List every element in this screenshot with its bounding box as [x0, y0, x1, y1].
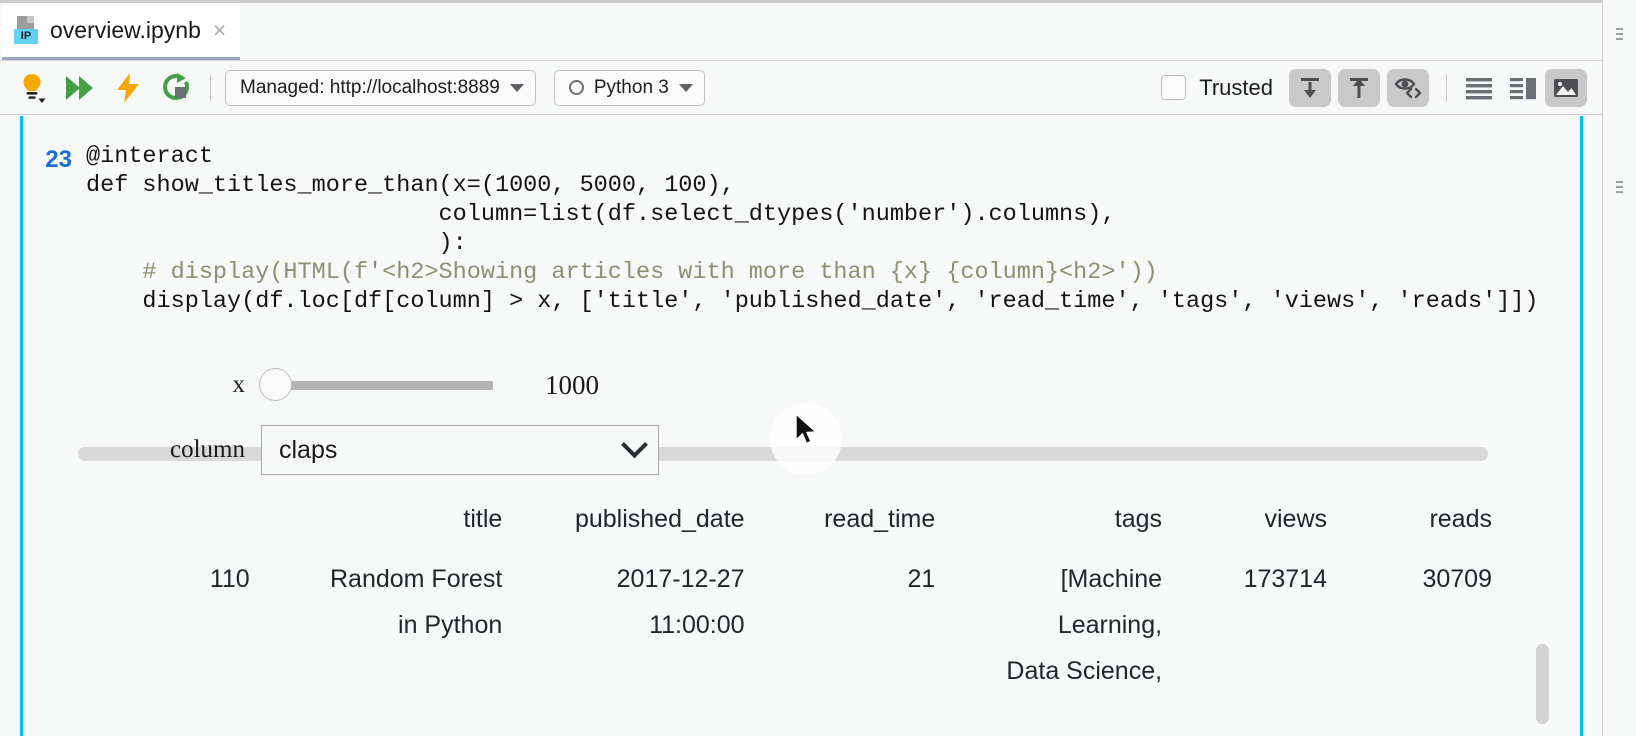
gutter-marker — [1616, 33, 1623, 35]
collapse-all-outputs-icon[interactable] — [1289, 69, 1331, 107]
column-header-published-date: published_date — [510, 496, 752, 556]
slider-value: 1000 — [545, 370, 599, 401]
image-view-icon[interactable] — [1545, 69, 1587, 107]
editor-tab-overview-ipynb[interactable]: IP overview.ipynb × — [2, 3, 240, 60]
split-view-icon[interactable] — [1501, 69, 1545, 107]
editor-tab-strip: IP overview.ipynb × — [0, 3, 1602, 60]
toolbar-left-group: Managed: http://localhost:8889 Python 3 — [0, 66, 705, 110]
notebook-vertical-scrollbar[interactable] — [1536, 644, 1549, 724]
dropdown-label: column — [0, 436, 245, 464]
dropdown-widget[interactable]: column claps — [0, 425, 659, 475]
editor-marker-gutter[interactable] — [1602, 0, 1636, 736]
cell-tags: [MachineLearning,Data Science, — [943, 556, 1170, 694]
slider-thumb[interactable] — [259, 368, 292, 401]
interrupt-kernel-icon[interactable] — [104, 66, 152, 110]
code-line-4: ): — [86, 230, 467, 257]
close-icon[interactable]: × — [211, 19, 226, 42]
slider-label: x — [0, 371, 245, 399]
column-select-value: claps — [279, 436, 625, 465]
code-line-3: column=list(df.select_dtypes('number').c… — [86, 201, 1115, 228]
cell-read-time: 21 — [753, 556, 944, 694]
mouse-cursor-icon — [795, 413, 821, 447]
inspection-lightbulb-icon[interactable] — [8, 66, 56, 110]
column-header-views: views — [1170, 496, 1335, 556]
toolbar-right-group: Trusted — [1161, 69, 1602, 107]
gutter-marker — [1616, 186, 1623, 188]
notebook-window: IP overview.ipynb × — [0, 0, 1636, 736]
chevron-down-icon — [510, 84, 524, 92]
jupyter-server-label: Managed: http://localhost:8889 — [240, 77, 500, 99]
gutter-marker — [1616, 181, 1623, 183]
column-select[interactable]: claps — [261, 425, 659, 475]
code-line-6: display(df.loc[df[column] > x, ['title',… — [86, 288, 1539, 315]
cell-source-code[interactable]: @interact def show_titles_more_than(x=(1… — [86, 142, 1539, 316]
list-view-icon[interactable] — [1457, 69, 1501, 107]
chevron-down-icon — [621, 431, 648, 458]
row-index: 110 — [0, 556, 258, 694]
trusted-label: Trusted — [1199, 75, 1273, 101]
toolbar-divider-2 — [1446, 75, 1447, 101]
column-header-tags: tags — [943, 496, 1170, 556]
gutter-marker — [1616, 28, 1623, 30]
editor-tab-title: overview.ipynb — [50, 17, 201, 44]
cell-execution-count: 23 — [30, 146, 72, 174]
notebook-toolbar: Managed: http://localhost:8889 Python 3 … — [0, 60, 1602, 115]
code-line-5: # display(HTML(f'<h2>Showing articles wi… — [86, 259, 1158, 286]
gutter-marker — [1616, 191, 1623, 193]
column-header-index — [0, 496, 258, 556]
column-header-reads: reads — [1335, 496, 1500, 556]
table-header-row: title published_date read_time tags view… — [0, 496, 1500, 556]
notebook-body: 23 @interact def show_titles_more_than(x… — [0, 116, 1602, 736]
jupyter-server-selector[interactable]: Managed: http://localhost:8889 — [225, 70, 536, 106]
toolbar-divider-1 — [210, 75, 211, 101]
cell-title: Random Forestin Python — [258, 556, 511, 694]
code-line-1: @interact — [86, 143, 213, 170]
expand-all-outputs-icon[interactable] — [1338, 69, 1380, 107]
kernel-label: Python 3 — [594, 77, 669, 99]
kernel-idle-circle-icon — [569, 80, 584, 95]
ipynb-badge-label: IP — [14, 29, 38, 44]
run-all-cells-icon[interactable] — [56, 66, 104, 110]
dataframe-table: title published_date read_time tags view… — [0, 496, 1500, 694]
chevron-down-icon — [679, 84, 693, 92]
table-row: 110 Random Forestin Python 2017-12-2711:… — [0, 556, 1500, 694]
trusted-checkbox[interactable] — [1161, 75, 1186, 100]
cell-published-date: 2017-12-2711:00:00 — [510, 556, 752, 694]
restart-kernel-and-run-icon[interactable] — [152, 66, 200, 110]
column-header-title: title — [258, 496, 511, 556]
cell-reads: 30709 — [1335, 556, 1500, 694]
show-code-preview-icon[interactable] — [1387, 69, 1429, 107]
gutter-marker — [1616, 38, 1623, 40]
code-line-2: def show_titles_more_than(x=(1000, 5000,… — [86, 172, 735, 199]
cell-views: 173714 — [1170, 556, 1335, 694]
slider-track[interactable] — [278, 381, 493, 390]
column-header-read-time: read_time — [753, 496, 944, 556]
trusted-checkbox-group[interactable]: Trusted — [1161, 75, 1273, 101]
dataframe-output: title published_date read_time tags view… — [0, 496, 1602, 694]
kernel-selector[interactable]: Python 3 — [554, 70, 705, 106]
ipynb-file-icon: IP — [14, 15, 40, 45]
